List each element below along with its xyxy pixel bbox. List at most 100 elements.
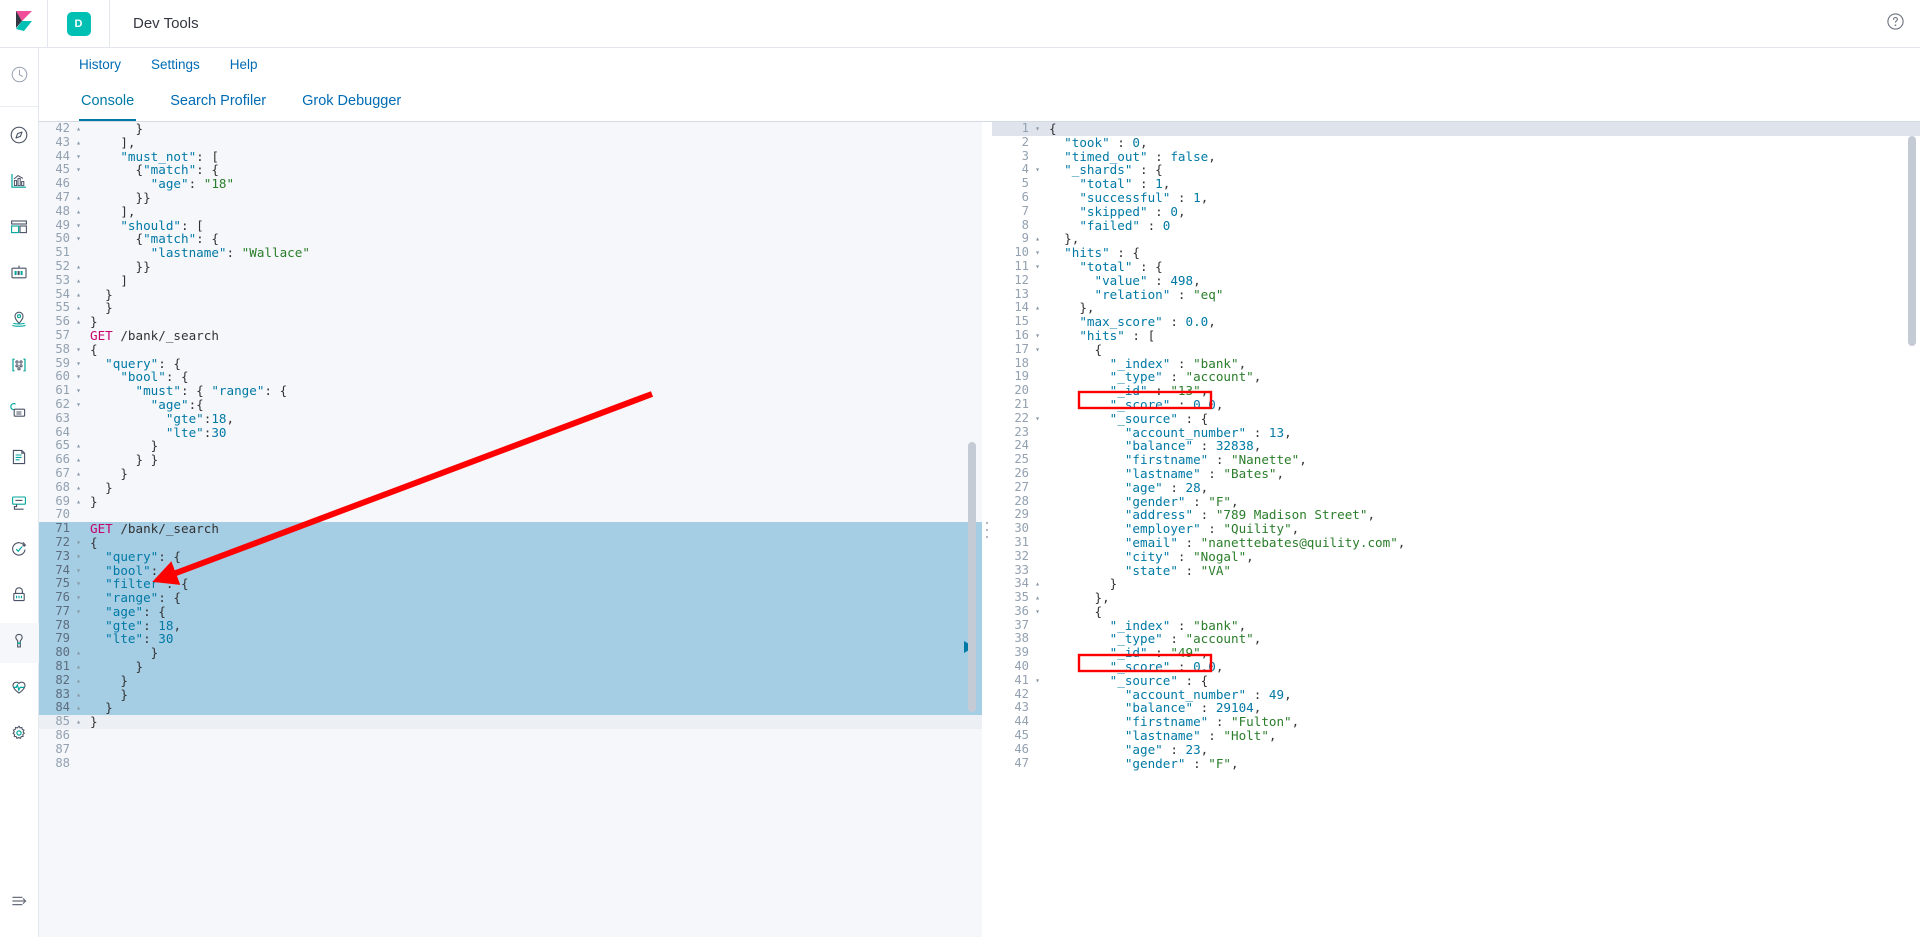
editor-line[interactable]: 65 ▴ } <box>39 439 982 453</box>
fold-toggle-icon[interactable]: ▴ <box>73 481 84 495</box>
editor-line[interactable]: 60 ▾ "bool": { <box>39 370 982 384</box>
editor-line[interactable]: 56 ▴} <box>39 314 982 329</box>
tab-grok-debugger[interactable]: Grok Debugger <box>300 93 403 121</box>
sidebar-item-apm[interactable] <box>0 485 39 525</box>
sidebar-item-infrastructure[interactable] <box>0 393 39 433</box>
editor-line[interactable]: 72 ▾ { <box>39 535 982 550</box>
editor-line[interactable]: 63 "gte":18, <box>39 411 982 426</box>
editor-line[interactable]: 51 "lastname": "Wallace" <box>39 245 982 260</box>
editor-line[interactable]: 52 ▴ }} <box>39 259 982 274</box>
fold-toggle-icon[interactable]: ▴ <box>73 715 84 729</box>
fold-toggle-icon[interactable]: ▴ <box>1032 232 1043 246</box>
fold-toggle-icon[interactable]: ▾ <box>73 357 84 371</box>
editor-line[interactable]: 83 ▴ } <box>39 687 982 702</box>
editor-line[interactable]: 55 ▴ } <box>39 301 982 315</box>
fold-toggle-icon[interactable]: ▴ <box>1032 577 1043 591</box>
editor-line[interactable]: 70 <box>39 508 982 522</box>
editor-line[interactable]: 59 ▾ "query": { <box>39 356 982 371</box>
fold-toggle-icon[interactable]: ▾ <box>1032 329 1043 343</box>
response-scrollbar[interactable] <box>1908 136 1916 346</box>
request-editor-scrollbar[interactable] <box>968 442 976 712</box>
fold-toggle-icon[interactable]: ▾ <box>73 150 84 164</box>
editor-line[interactable]: 46 "age": "18" <box>39 176 982 191</box>
editor-line[interactable]: 68 ▴ } <box>39 480 982 495</box>
editor-line[interactable]: 79 "lte": 30 <box>39 632 982 647</box>
sidebar-item-logs[interactable] <box>0 439 39 479</box>
editor-line[interactable]: 73 ▾ "query": { <box>39 549 982 564</box>
fold-toggle-icon[interactable]: ▴ <box>1032 591 1043 605</box>
fold-toggle-icon[interactable]: ▴ <box>73 439 84 453</box>
fold-toggle-icon[interactable]: ▾ <box>1032 412 1043 426</box>
editor-line[interactable]: 81 ▴ } <box>39 659 982 674</box>
menu-history[interactable]: History <box>79 57 121 72</box>
sidebar-item-discover[interactable] <box>0 117 39 157</box>
fold-toggle-icon[interactable]: ▴ <box>73 495 84 509</box>
editor-line[interactable]: 47 ▴ }} <box>39 190 982 205</box>
editor-line[interactable]: 80 ▴ } <box>39 645 982 661</box>
fold-toggle-icon[interactable]: ▴ <box>73 660 84 674</box>
response-viewer[interactable]: 1 ▾{2 "took" : 0, 3 "timed_out" : false, 4 ▾… <box>992 122 1920 937</box>
fold-toggle-icon[interactable]: ▾ <box>1032 122 1043 136</box>
editor-line[interactable]: 43 ▴ ], <box>39 135 982 150</box>
request-editor-pane[interactable]: 42 ▴ } 43 ▴ ], 44 ▾ "must_not": [45 ▾ {"match"… <box>39 122 982 937</box>
editor-line[interactable]: 78 "gte": 18, <box>39 618 982 633</box>
fold-toggle-icon[interactable]: ▾ <box>1032 246 1043 260</box>
fold-toggle-icon[interactable]: ▴ <box>73 288 84 302</box>
fold-toggle-icon[interactable]: ▴ <box>73 688 84 702</box>
fold-toggle-icon[interactable]: ▴ <box>73 701 84 715</box>
fold-toggle-icon[interactable]: ▴ <box>73 274 84 288</box>
editor-line[interactable]: 84 ▴ } <box>39 701 982 716</box>
fold-toggle-icon[interactable]: ▴ <box>73 301 84 315</box>
request-editor[interactable]: 42 ▴ } 43 ▴ ], 44 ▾ "must_not": [45 ▾ {"match"… <box>39 122 982 937</box>
editor-line[interactable]: 85 ▴} <box>39 714 982 730</box>
editor-line[interactable]: 50 ▾ {"match": { <box>39 232 982 246</box>
editor-line[interactable]: 44 ▾ "must_not": [ <box>39 149 982 164</box>
menu-settings[interactable]: Settings <box>151 57 200 72</box>
sidebar-item-machine-learning[interactable] <box>0 347 39 387</box>
fold-toggle-icon[interactable]: ▴ <box>73 260 84 274</box>
sidebar-item-dev-tools[interactable] <box>0 623 39 663</box>
editor-line[interactable]: 61 ▾ "must": { "range": { <box>39 383 982 398</box>
sidebar-item-uptime[interactable] <box>0 531 39 571</box>
fold-toggle-icon[interactable]: ▾ <box>1032 260 1043 274</box>
fold-toggle-icon[interactable]: ▾ <box>73 370 84 384</box>
fold-toggle-icon[interactable]: ▴ <box>73 467 84 481</box>
editor-line[interactable]: 62 ▾ "age":{ <box>39 397 982 412</box>
fold-toggle-icon[interactable]: ▾ <box>73 577 84 591</box>
editor-line[interactable]: 87 <box>39 742 982 757</box>
fold-toggle-icon[interactable]: ▴ <box>73 646 84 660</box>
editor-line[interactable]: 54 ▴ } <box>39 287 982 302</box>
fold-toggle-icon[interactable]: ▴ <box>1032 301 1043 315</box>
fold-toggle-icon[interactable]: ▾ <box>73 564 84 578</box>
fold-toggle-icon[interactable]: ▾ <box>73 605 84 619</box>
fold-toggle-icon[interactable]: ▾ <box>73 550 84 564</box>
editor-line[interactable]: 42 ▴ } <box>39 122 982 136</box>
fold-toggle-icon[interactable]: ▴ <box>73 205 84 219</box>
fold-toggle-icon[interactable]: ▾ <box>73 163 84 177</box>
fold-toggle-icon[interactable]: ▾ <box>73 536 84 550</box>
fold-toggle-icon[interactable]: ▾ <box>73 219 84 233</box>
editor-line[interactable]: 69 ▴} <box>39 494 982 509</box>
sidebar-item-management[interactable] <box>0 715 39 755</box>
fold-toggle-icon[interactable]: ▾ <box>73 232 84 246</box>
fold-toggle-icon[interactable]: ▾ <box>73 384 84 398</box>
fold-toggle-icon[interactable]: ▾ <box>1032 343 1043 357</box>
sidebar-collapse-button[interactable] <box>0 883 39 923</box>
editor-line[interactable]: 88 <box>39 756 982 771</box>
fold-toggle-icon[interactable]: ▾ <box>73 398 84 412</box>
editor-line[interactable]: 67 ▴ } <box>39 466 982 481</box>
editor-line[interactable]: 82 ▴ } <box>39 673 982 688</box>
sidebar-item-visualize[interactable] <box>0 163 39 203</box>
tab-search-profiler[interactable]: Search Profiler <box>168 93 268 121</box>
sidebar-item-canvas[interactable] <box>0 255 39 295</box>
fold-toggle-icon[interactable]: ▴ <box>73 122 84 136</box>
fold-toggle-icon[interactable]: ▴ <box>73 136 84 150</box>
tab-console[interactable]: Console <box>79 93 137 121</box>
question-in-circle-icon[interactable] <box>1887 12 1904 35</box>
fold-toggle-icon[interactable]: ▾ <box>1032 605 1043 619</box>
fold-toggle-icon[interactable]: ▾ <box>1032 674 1043 688</box>
editor-line[interactable]: 86 <box>39 728 982 743</box>
editor-line[interactable]: 66 ▴ } } <box>39 452 982 467</box>
editor-line[interactable]: 48 ▴ ], <box>39 204 982 219</box>
editor-line[interactable]: 49 ▾ "should": [ <box>39 218 982 233</box>
